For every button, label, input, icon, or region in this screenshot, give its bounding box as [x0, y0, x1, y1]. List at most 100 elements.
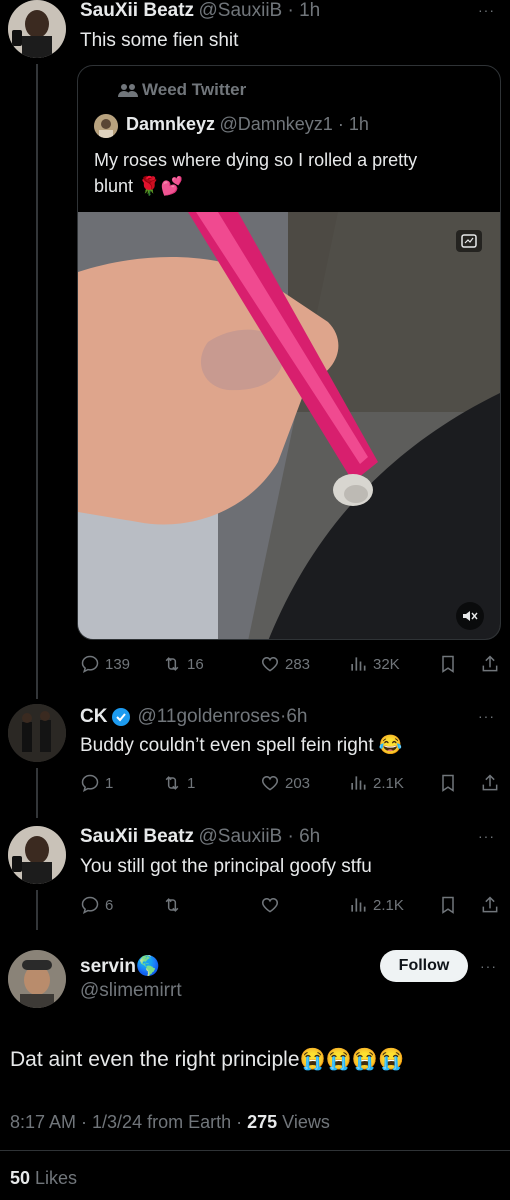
main-tweet-actions: 139 16 283 32K: [80, 652, 505, 676]
views-count: 2.1K: [373, 896, 404, 914]
share-icon: [482, 896, 498, 913]
divider: [0, 1150, 510, 1151]
views-button[interactable]: 32K: [348, 652, 400, 676]
bookmark-icon: [442, 774, 454, 792]
thread-line: [36, 890, 38, 930]
quoted-avatar: [94, 114, 118, 138]
share-button[interactable]: [480, 893, 505, 917]
more-options-icon[interactable]: ···: [478, 708, 495, 724]
tweet-video[interactable]: [78, 212, 500, 639]
community-label[interactable]: Weed Twitter: [118, 80, 246, 100]
follow-button[interactable]: Follow: [380, 950, 468, 982]
views-count: 2.1K: [373, 774, 404, 792]
reply-count: 1: [105, 774, 114, 792]
share-icon: [482, 655, 498, 672]
repost-count: 1: [187, 774, 196, 792]
mute-icon[interactable]: [456, 602, 484, 630]
share-icon: [482, 774, 498, 791]
author-handle[interactable]: @slimemirrt: [80, 980, 182, 1002]
views-button[interactable]: 2.1K: [348, 893, 404, 917]
repost-icon: [165, 657, 179, 671]
reply-count: 6: [105, 896, 114, 914]
timestamp-source[interactable]: 8:17 AM · 1/3/24 from Earth ·: [10, 1112, 247, 1132]
thread-line: [36, 768, 38, 818]
more-options-icon[interactable]: ···: [480, 958, 497, 974]
reply-button[interactable]: 6: [80, 893, 113, 917]
quoted-author-name: Damnkeyz: [126, 114, 216, 134]
quoted-tweet[interactable]: Weed Twitter Damnkeyz @Damnkeyz1 · 1h My…: [77, 65, 501, 640]
timestamp[interactable]: 6h: [286, 706, 307, 728]
tweet-text: Dat aint even the right principle😭😭😭😭: [10, 1048, 405, 1071]
quoted-header: Damnkeyz @Damnkeyz1 · 1h: [126, 114, 369, 134]
repost-count: 16: [187, 655, 204, 673]
share-button[interactable]: [480, 652, 505, 676]
bookmark-icon: [442, 655, 454, 673]
likes-stat[interactable]: 50 Likes: [10, 1168, 77, 1189]
repost-button[interactable]: [162, 893, 187, 917]
verified-badge-icon: [112, 708, 131, 726]
heart-icon: [261, 897, 279, 913]
repost-icon: [165, 776, 179, 790]
reply2-actions: 6 2.1K: [80, 893, 505, 917]
like-count: 203: [285, 774, 311, 792]
timestamp[interactable]: 1h: [299, 0, 320, 21]
avatar[interactable]: [8, 950, 66, 1008]
repost-icon: [165, 898, 179, 912]
likes-count: 50: [10, 1168, 31, 1188]
author-handle[interactable]: @SauxiiB: [199, 0, 283, 21]
views-button[interactable]: 2.1K: [348, 771, 404, 795]
avatar[interactable]: [8, 0, 66, 58]
gif-icon[interactable]: [456, 230, 482, 252]
video-frame: [78, 212, 500, 639]
bookmark-icon: [442, 896, 454, 914]
heart-icon: [261, 656, 279, 672]
quoted-timestamp: 1h: [348, 114, 369, 134]
share-button[interactable]: [480, 771, 505, 795]
reply-icon: [81, 896, 99, 914]
repost-button[interactable]: 16: [162, 652, 204, 676]
tweet-header: SauXii Beatz @SauxiiB · 1h: [80, 0, 321, 21]
bookmark-button[interactable]: [438, 652, 463, 676]
people-icon: [118, 84, 138, 97]
reply-button[interactable]: 139: [80, 652, 130, 676]
likes-label: Likes: [30, 1168, 78, 1188]
author-name[interactable]: servin🌎: [80, 954, 160, 978]
views-icon: [351, 657, 366, 671]
quoted-text-line-2: blunt 🌹💕: [94, 176, 183, 196]
tweet-text: This some fien shit: [80, 30, 239, 51]
avatar[interactable]: [8, 826, 66, 884]
avatar[interactable]: [8, 704, 66, 762]
tweet-text: Buddy couldn’t even spell fein right 😂: [80, 735, 403, 756]
tweet-header: CK @11goldenroses · 6h: [80, 706, 308, 728]
author-handle[interactable]: @SauxiiB: [199, 826, 283, 847]
reply-icon: [81, 655, 99, 673]
more-options-icon[interactable]: ···: [478, 828, 495, 844]
bookmark-button[interactable]: [438, 893, 463, 917]
views-icon: [351, 898, 366, 912]
author-handle[interactable]: @11goldenroses: [137, 706, 280, 728]
reply-count: 139: [105, 655, 131, 673]
quoted-text-line-1: My roses where dying so I rolled a prett…: [94, 150, 418, 170]
like-count: 283: [285, 655, 311, 673]
timestamp[interactable]: 6h: [299, 826, 320, 847]
thread-line: [36, 64, 38, 699]
more-options-icon[interactable]: ···: [478, 2, 495, 18]
reply-icon: [81, 774, 99, 792]
author-name[interactable]: CK: [80, 706, 107, 728]
tweet-header: SauXii Beatz @SauxiiB · 6h: [80, 826, 321, 847]
tweet-text: You still got the principal goofy stfu: [80, 856, 372, 877]
quoted-author-handle: @Damnkeyz1: [219, 114, 333, 134]
views-count: 275: [247, 1112, 278, 1132]
like-button[interactable]: 203: [260, 771, 310, 795]
heart-icon: [261, 775, 279, 791]
like-button[interactable]: [260, 893, 285, 917]
author-name[interactable]: SauXii Beatz: [80, 826, 194, 847]
reply1-actions: 1 1 203 2.1K: [80, 771, 505, 795]
repost-button[interactable]: 1: [162, 771, 195, 795]
like-button[interactable]: 283: [260, 652, 310, 676]
views-icon: [351, 776, 366, 790]
tweet-meta: 8:17 AM · 1/3/24 from Earth · 275 Views: [10, 1112, 330, 1133]
reply-button[interactable]: 1: [80, 771, 113, 795]
bookmark-button[interactable]: [438, 771, 463, 795]
author-name[interactable]: SauXii Beatz: [80, 0, 194, 21]
